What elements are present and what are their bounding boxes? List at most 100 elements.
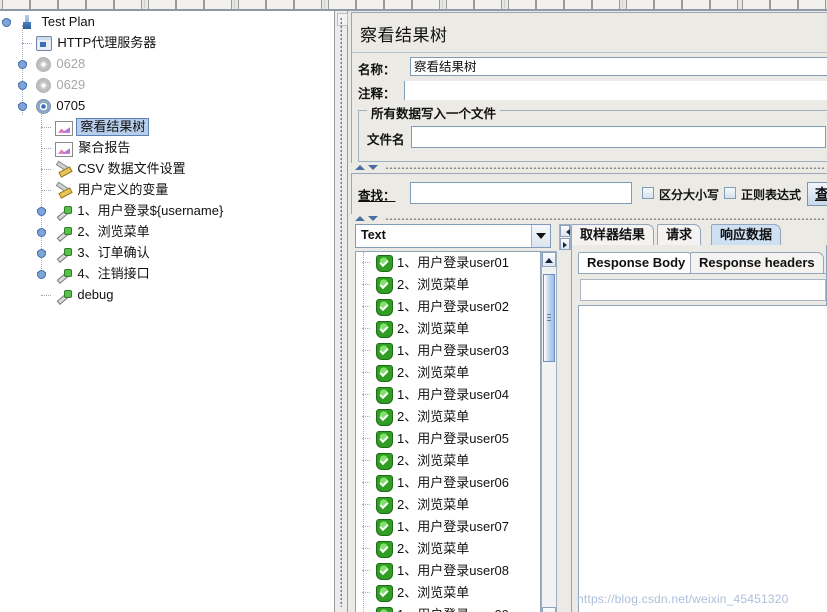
toolbar-button-shutdown[interactable] [412,0,440,9]
renderer-combo[interactable]: Text [355,224,551,248]
tree-handle-knob[interactable] [37,228,46,237]
scroll-up-button[interactable] [542,252,556,267]
tree-handle-knob[interactable] [2,18,11,27]
tree-node-0705[interactable]: 0705 [0,95,334,116]
collapse-up-icon[interactable] [355,216,365,221]
toolbar-button-help[interactable] [592,0,620,9]
tab-scroll-left-button[interactable] [560,225,570,237]
toolbar-button-extra-5[interactable] [742,0,770,9]
tree-handle-knob[interactable] [37,270,46,279]
search-button[interactable]: 查找 [807,182,827,206]
toolbar-button-expand[interactable] [238,0,266,9]
search-results-split-divider[interactable] [351,214,827,223]
tree-node-sampler-login[interactable]: 1、用户登录${username} [0,200,334,221]
tree-handle-knob[interactable] [37,207,46,216]
toolbar-button-reset-search[interactable] [536,0,564,9]
result-list-item[interactable]: 2、浏览菜单 [362,494,540,516]
tree-node-sampler-order-confirm[interactable]: 3、订单确认 [0,242,334,263]
tree-handle-knob[interactable] [18,81,27,90]
tree-node-aggregate-report[interactable]: 聚合报告 [0,137,334,158]
tree-expand-handle[interactable] [37,269,46,279]
tab-response-data[interactable]: 响应数据 [711,224,782,245]
result-list-item[interactable]: 2、浏览菜单 [362,538,540,560]
results-rows-container[interactable]: 1、用户登录user01 2、浏览菜单 1、用户登录user02 2、浏览菜单 1、用户… [356,252,540,612]
result-list-item[interactable]: 1、用户登录user02 [362,296,540,318]
collapse-up-icon[interactable] [355,165,365,170]
split-divider-grip[interactable] [337,13,348,26]
tree-expand-handle[interactable] [18,80,27,90]
result-list-item[interactable]: 1、用户登录user01 [362,252,540,274]
toolbar-button-paste[interactable] [204,0,232,9]
tree-node-test-plan[interactable]: Test Plan [0,11,334,32]
tree-expand-handle[interactable] [37,206,46,216]
toolbar-button-stop[interactable] [384,0,412,9]
toolbar-button-extra-7[interactable] [798,0,826,9]
result-list-item[interactable]: 1、用户登录user04 [362,384,540,406]
tree-node-sampler-browse-menu[interactable]: 2、浏览菜单 [0,221,334,242]
config-search-split-divider[interactable] [351,163,827,172]
toolbar-button-extra-1[interactable] [626,0,654,9]
result-list-item[interactable]: 2、浏览菜单 [362,274,540,296]
toolbar-button-extra-2[interactable] [654,0,682,9]
toolbar-button-extra-4[interactable] [710,0,738,9]
result-list-item[interactable]: 1、用户登录user03 [362,340,540,362]
toolbar-button-cut[interactable] [148,0,176,9]
toolbar-button-search[interactable] [508,0,536,9]
main-toolbar[interactable] [0,0,827,9]
response-body-textarea[interactable] [578,305,827,612]
toolbar-button-toggle[interactable] [294,0,322,9]
tree-node-http-proxy-server[interactable]: HTTP代理服务器 [0,32,334,53]
toolbar-button-extra-6[interactable] [770,0,798,9]
toolbar-button-save[interactable] [86,0,114,9]
toolbar-button-start[interactable] [328,0,356,9]
tab-request[interactable]: 请求 [657,224,702,245]
toolbar-button-clear-all[interactable] [474,0,502,9]
response-body-search-field[interactable] [580,279,826,301]
regex-checkbox[interactable] [724,187,736,199]
tree-collapse-handle[interactable] [18,101,27,111]
result-list-item[interactable]: 1、用户登录user05 [362,428,540,450]
tree-expand-handle[interactable] [37,227,46,237]
toolbar-button-function-helper[interactable] [564,0,592,9]
result-list-item[interactable]: 2、浏览菜单 [362,406,540,428]
toolbar-button-clear[interactable] [446,0,474,9]
result-list-item[interactable]: 2、浏览菜单 [362,318,540,340]
main-split-divider[interactable] [334,11,348,612]
collapse-down-icon[interactable] [368,165,378,170]
tree-node-0628[interactable]: 0628 [0,53,334,74]
case-sensitive-checkbox[interactable] [642,187,654,199]
tree-handle-knob[interactable] [18,102,27,111]
result-secondary-tabs[interactable]: Response Body Response headers [578,252,827,274]
collapse-down-icon[interactable] [368,216,378,221]
tree-expand-handle[interactable] [2,17,11,27]
tab-scroll-strip[interactable] [559,224,571,250]
result-list-item[interactable]: 2、浏览菜单 [362,450,540,472]
chevron-down-icon[interactable] [531,225,550,247]
toolbar-button-start-no-pauses[interactable] [356,0,384,9]
tree-node-csv-data-set-config[interactable]: CSV 数据文件设置 [0,158,334,179]
toolbar-button-copy[interactable] [176,0,204,9]
result-list-item[interactable]: 1、用户登录user07 [362,516,540,538]
tab-response-headers[interactable]: Response headers [690,252,824,273]
tree-handle-knob[interactable] [37,249,46,258]
result-primary-tabs[interactable]: 取样器结果 请求 响应数据 [571,224,827,246]
tree-node-user-defined-variables[interactable]: 用户定义的变量 [0,179,334,200]
tree-node-sampler-logout[interactable]: 4、注销接口 [0,263,334,284]
toolbar-button-collapse[interactable] [266,0,294,9]
result-list-item[interactable]: 1、用户登录user09 [370,604,540,612]
result-list-item[interactable]: 1、用户登录user08 [362,560,540,582]
toolbar-button-new[interactable] [2,0,30,9]
tree-handle-knob[interactable] [18,60,27,69]
tab-sampler-result[interactable]: 取样器结果 [571,224,655,245]
search-input[interactable] [410,182,632,204]
tree-node-view-results-tree[interactable]: 察看结果树 [0,116,334,137]
result-list-item[interactable]: 1、用户登录user06 [362,472,540,494]
comment-input[interactable] [404,81,827,100]
toolbar-button-open[interactable] [58,0,86,9]
test-plan-tree[interactable]: Test Plan HTTP代理服务器 0628 0629 0705 察看结果树… [0,11,334,305]
scroll-down-button[interactable] [542,607,556,612]
result-list-item[interactable]: 2、浏览菜单 [362,362,540,384]
scrollbar-thumb[interactable] [543,274,555,362]
toolbar-button-save-as[interactable] [114,0,142,9]
tab-response-body[interactable]: Response Body [578,252,695,273]
